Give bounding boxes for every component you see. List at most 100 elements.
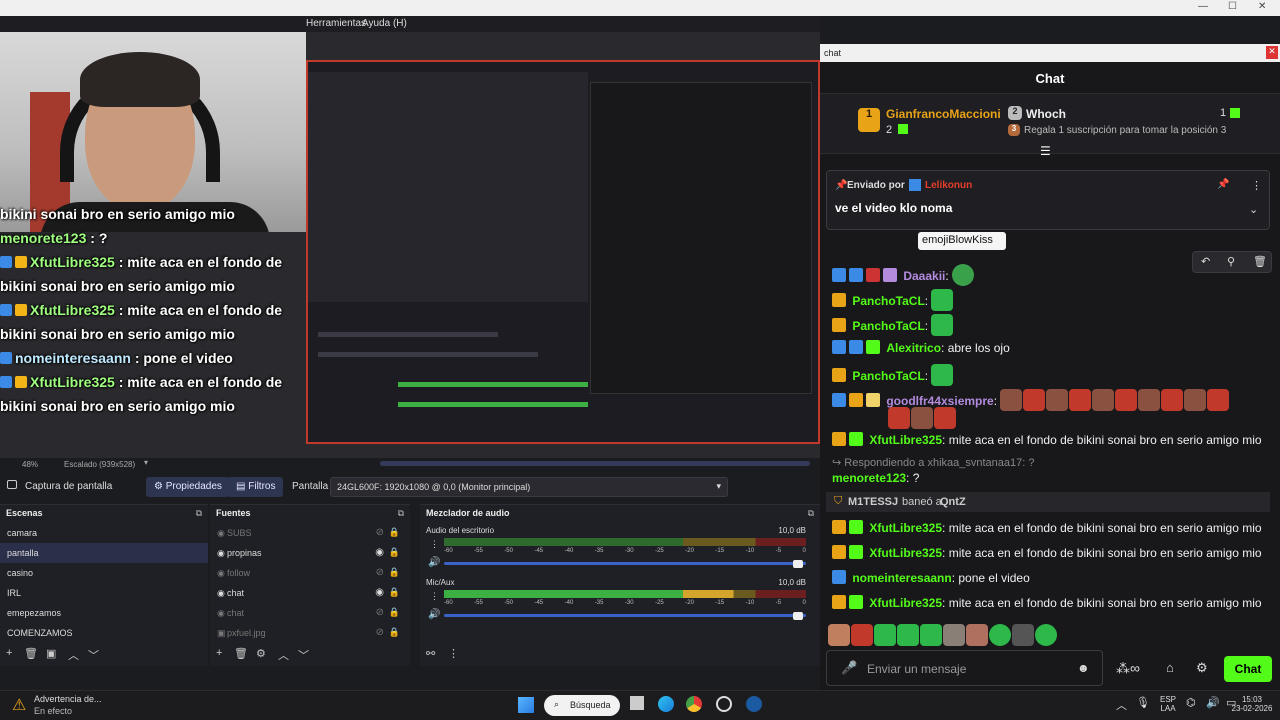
language-indicator[interactable]: ESP LAA xyxy=(1156,695,1180,713)
clock[interactable]: 15:03 23-02-2026 xyxy=(1230,695,1274,713)
lock-icon[interactable]: 🔒 xyxy=(389,547,400,558)
preview-scrollbar[interactable] xyxy=(380,461,810,466)
source-item[interactable]: ▣ pxfuel.jpg ⊘ 🔒 xyxy=(210,623,410,643)
send-chat-button[interactable]: Chat xyxy=(1224,656,1272,682)
emote-icon[interactable] xyxy=(989,624,1011,646)
menu-help[interactable]: Ayuda (H) xyxy=(362,18,407,29)
windows-start-icon[interactable] xyxy=(518,697,534,713)
pin-icon[interactable]: ⚲ xyxy=(1227,255,1235,268)
pinned-user[interactable]: Lelikonun xyxy=(925,180,972,191)
scene-item[interactable]: COMENZAMOS xyxy=(0,623,208,643)
source-item[interactable]: ◉ chat ⊘ 🔒 xyxy=(210,603,410,623)
lock-icon[interactable]: 🔒 xyxy=(389,607,400,618)
scene-item[interactable]: emepezamos xyxy=(0,603,208,623)
gear-icon[interactable]: ⚙ xyxy=(256,647,266,660)
volume-knob[interactable] xyxy=(793,560,803,568)
kebab-icon[interactable]: ⋮ xyxy=(1251,179,1262,192)
steam-icon[interactable] xyxy=(746,696,762,712)
lock-icon[interactable]: 🔒 xyxy=(389,567,400,578)
leader-name[interactable]: Whoch xyxy=(1026,107,1066,121)
source-item[interactable]: ◉ propinas ◉ 🔒 xyxy=(210,543,410,563)
emote-icon[interactable] xyxy=(920,624,942,646)
filter-icon[interactable]: ▣ xyxy=(46,647,56,660)
microphone-icon[interactable]: 🎙 xyxy=(1136,696,1150,709)
warning-title[interactable]: Advertencia de... xyxy=(34,694,102,704)
emote-icon[interactable] xyxy=(851,624,873,646)
eye-off-icon[interactable]: ⊘ xyxy=(376,567,384,578)
volume-icon[interactable]: 🔊 xyxy=(1206,696,1220,709)
scene-item[interactable]: camara xyxy=(0,523,208,543)
filters-button[interactable]: ▤ Filtros xyxy=(228,477,284,497)
task-view-icon[interactable] xyxy=(630,696,644,710)
emote-icon[interactable] xyxy=(874,624,896,646)
store-icon[interactable]: ⌂ xyxy=(1166,660,1174,675)
dock-menu-icon[interactable]: ⧉ xyxy=(398,508,404,519)
add-icon[interactable]: + xyxy=(216,647,222,659)
minimize-icon[interactable]: — xyxy=(1198,1,1208,12)
network-icon[interactable]: ⌬ xyxy=(1186,696,1196,709)
scene-item[interactable]: pantalla xyxy=(0,543,208,563)
source-item[interactable]: ◉ SUBS ⊘ 🔒 xyxy=(210,523,410,543)
maximize-icon[interactable]: ☐ xyxy=(1228,1,1237,12)
close-icon[interactable]: ✕ xyxy=(1266,46,1278,59)
lock-icon[interactable]: 🔒 xyxy=(389,587,400,598)
dock-menu-icon[interactable]: ⧉ xyxy=(808,508,814,519)
chevron-down-icon[interactable]: ▾ xyxy=(144,458,148,467)
emote-icon[interactable] xyxy=(828,624,850,646)
eye-off-icon[interactable]: ⊘ xyxy=(376,627,384,638)
scene-item[interactable]: casino xyxy=(0,563,208,583)
speaker-icon[interactable]: 🔊 xyxy=(428,609,440,620)
preview-canvas[interactable]: bikini sonai bro en serio amigo mio meno… xyxy=(0,32,820,458)
chevron-up-icon[interactable]: ︿ xyxy=(68,647,79,663)
dock-menu-icon[interactable]: ⧉ xyxy=(196,508,202,519)
emote-icon[interactable] xyxy=(897,624,919,646)
eye-icon[interactable]: ◉ xyxy=(375,587,384,598)
kebab-icon[interactable]: ⋮ xyxy=(430,539,439,550)
menu-tools[interactable]: Herramientas xyxy=(306,18,366,29)
source-item[interactable]: ◉ chat ◉ 🔒 xyxy=(210,583,410,603)
emote-icon[interactable] xyxy=(1035,624,1057,646)
trash-icon[interactable]: 🗑 xyxy=(1253,255,1267,268)
kebab-icon[interactable]: ⋮ xyxy=(430,591,439,602)
add-icon[interactable]: + xyxy=(6,647,12,659)
lock-icon[interactable]: 🔒 xyxy=(389,627,400,638)
lock-icon[interactable]: 🔒 xyxy=(389,527,400,538)
chrome-icon[interactable] xyxy=(686,696,702,712)
volume-slider[interactable] xyxy=(444,562,806,565)
taskbar-search[interactable]: ⌕ Búsqueda xyxy=(544,695,620,716)
volume-slider[interactable] xyxy=(444,614,806,617)
reply-icon[interactable]: ↶ xyxy=(1201,255,1210,268)
link-icon[interactable]: ⚯ xyxy=(426,647,435,660)
eye-off-icon[interactable]: ⊘ xyxy=(376,607,384,618)
chevron-down-icon[interactable]: ﹀ xyxy=(298,647,309,663)
expand-handle-icon[interactable]: ☰ xyxy=(1040,144,1051,158)
chevron-up-icon[interactable]: ︿ xyxy=(278,647,289,663)
gear-icon[interactable]: ⚙ xyxy=(1196,660,1208,676)
zoom-level[interactable]: 48% xyxy=(22,460,38,469)
emote-icon[interactable] xyxy=(943,624,965,646)
eye-off-icon[interactable]: ⊘ xyxy=(376,527,384,538)
trash-icon[interactable]: 🗑 xyxy=(24,647,38,660)
points-icon[interactable]: ⁂∞ xyxy=(1116,660,1140,677)
volume-knob[interactable] xyxy=(793,612,803,620)
emoji-icon[interactable]: ☻ xyxy=(1077,661,1090,675)
display-select[interactable]: 24GL600F: 1920x1080 @ 0,0 (Monitor princ… xyxy=(330,477,728,497)
kebab-icon[interactable]: ⋮ xyxy=(448,647,459,660)
speaker-icon[interactable]: 🔊 xyxy=(428,557,440,568)
source-item[interactable]: ◉ follow ⊘ 🔒 xyxy=(210,563,410,583)
eye-icon[interactable]: ◉ xyxy=(375,547,384,558)
pin-icon[interactable]: 📌 xyxy=(1217,179,1229,190)
trash-icon[interactable]: 🗑 xyxy=(234,647,248,660)
properties-button[interactable]: ⚙ Propiedades xyxy=(146,477,230,497)
chevron-down-icon[interactable]: ﹀ xyxy=(88,647,99,663)
close-icon[interactable]: ✕ xyxy=(1258,1,1266,12)
edge-icon[interactable] xyxy=(658,696,674,712)
chat-message-input[interactable]: 🎤 Enviar un mensaje ☻ xyxy=(826,650,1103,686)
chevron-up-icon[interactable]: ︿ xyxy=(1116,697,1127,713)
emote-icon[interactable] xyxy=(966,624,988,646)
chevron-down-icon[interactable]: ⌄ xyxy=(1249,203,1258,216)
microphone-icon[interactable]: 🎤 xyxy=(841,660,857,676)
leader-name[interactable]: GianfrancoMaccioni xyxy=(886,107,1001,121)
scene-item[interactable]: IRL xyxy=(0,583,208,603)
obs-icon[interactable] xyxy=(716,696,732,712)
